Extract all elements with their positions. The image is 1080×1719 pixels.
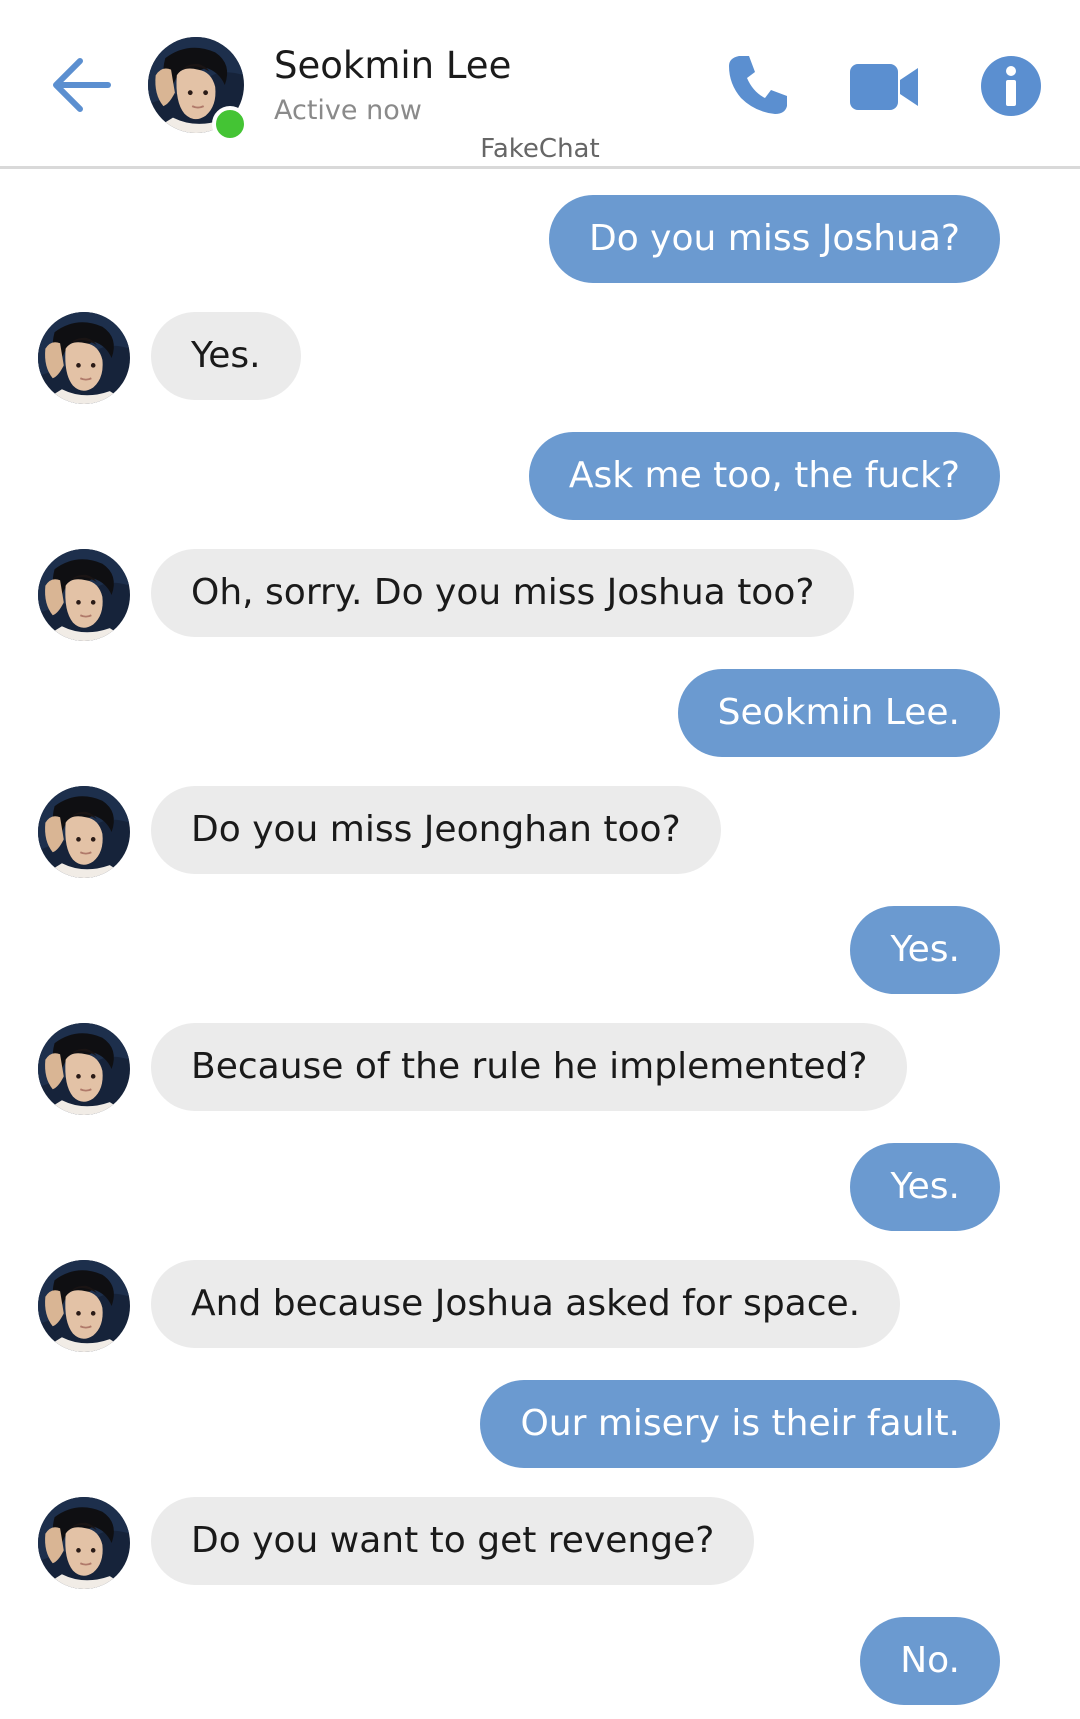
message-row-sent: Yes. [0,1143,1080,1233]
message-row-received: Do you want to get revenge? [0,1497,1080,1587]
sender-avatar[interactable] [38,312,130,404]
message-row-sent: Do you miss Joshua? [0,195,1080,285]
video-camera-icon [850,64,918,110]
message-row-sent: Our misery is their fault. [0,1380,1080,1470]
sender-photo [38,1497,130,1589]
sender-photo [38,1260,130,1352]
contact-status: Active now [274,95,422,126]
received-message-bubble[interactable]: Oh, sorry. Do you miss Joshua too? [151,549,855,637]
message-row-received: Oh, sorry. Do you miss Joshua too? [0,549,1080,639]
call-button[interactable] [725,52,791,118]
sender-avatar[interactable] [38,786,130,878]
message-row-sent: Yes. [0,906,1080,996]
info-button[interactable] [980,55,1042,117]
sender-photo [38,786,130,878]
sent-message-bubble[interactable]: Our misery is their fault. [480,1380,1000,1468]
sender-photo [38,1023,130,1115]
sent-message-bubble[interactable]: Yes. [850,1143,1000,1231]
received-message-bubble[interactable]: Do you want to get revenge? [151,1497,755,1585]
message-row-sent: Ask me too, the fuck? [0,432,1080,522]
sent-message-bubble[interactable]: Seokmin Lee. [677,669,1000,757]
arrow-left-icon [53,58,111,112]
sent-message-bubble[interactable]: Yes. [850,906,1000,994]
sender-avatar[interactable] [38,549,130,641]
phone-icon [729,56,787,114]
received-message-bubble[interactable]: Yes. [151,312,301,400]
message-row-received: And because Joshua asked for space. [0,1260,1080,1350]
received-message-bubble[interactable]: Because of the rule he implemented? [151,1023,908,1111]
video-call-button[interactable] [848,58,920,118]
message-row-sent: Seokmin Lee. [0,669,1080,759]
sender-avatar[interactable] [38,1497,130,1589]
sender-photo [38,549,130,641]
message-thread[interactable]: Do you miss Joshua? Yes. Ask me too, the… [0,169,1080,1719]
contact-avatar[interactable] [148,37,248,142]
message-row-received: Because of the rule he implemented? [0,1023,1080,1113]
sent-message-bubble[interactable]: Ask me too, the fuck? [528,432,1000,520]
received-message-bubble[interactable]: And because Joshua asked for space. [151,1260,901,1348]
info-icon [981,56,1041,116]
message-row-received: Yes. [0,312,1080,402]
sender-avatar[interactable] [38,1260,130,1352]
chat-header: Seokmin Lee Active now FakeChat [0,0,1080,169]
sender-avatar[interactable] [38,1023,130,1115]
sent-message-bubble[interactable]: No. [860,1617,1000,1705]
app-watermark: FakeChat [480,134,600,164]
message-row-received: Do you miss Jeonghan too? [0,786,1080,876]
received-message-bubble[interactable]: Do you miss Jeonghan too? [151,786,721,874]
contact-name[interactable]: Seokmin Lee [274,44,511,87]
message-row-sent: No. [0,1617,1080,1707]
sent-message-bubble[interactable]: Do you miss Joshua? [548,195,1000,283]
sender-photo [38,312,130,404]
back-button[interactable] [50,55,112,115]
